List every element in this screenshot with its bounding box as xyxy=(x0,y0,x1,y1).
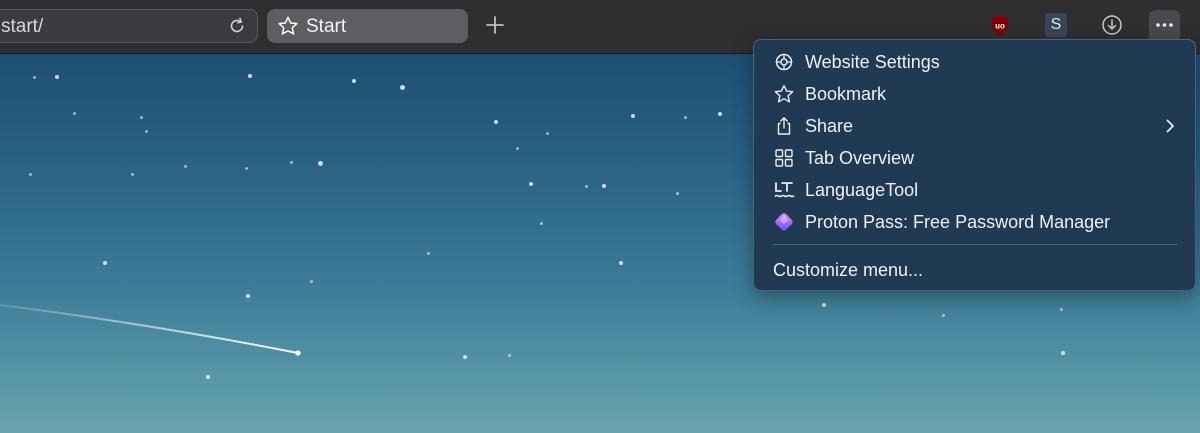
chevron-right-icon xyxy=(1166,119,1174,133)
menu-item-label: Tab Overview xyxy=(805,148,915,168)
browser-menu-dropdown: Website Settings Bookmark Share Tab Over… xyxy=(753,39,1196,291)
star-dot xyxy=(246,294,250,298)
star-dot xyxy=(310,280,313,283)
star-dot xyxy=(602,184,606,188)
new-tab-plus-icon[interactable] xyxy=(482,12,508,38)
star-dot xyxy=(427,252,430,255)
star-dot xyxy=(103,261,107,265)
menu-item-label: Bookmark xyxy=(805,84,887,104)
star-outline-icon xyxy=(278,16,298,35)
menu-item-website-settings[interactable]: Website Settings xyxy=(754,46,1195,78)
star-dot xyxy=(352,79,356,83)
menu-item-bookmark[interactable]: Bookmark xyxy=(754,78,1195,110)
s-extension-icon[interactable]: S xyxy=(1045,13,1067,37)
star-dot xyxy=(140,116,143,119)
menu-item-share[interactable]: Share xyxy=(754,110,1195,142)
customize-menu-item[interactable]: Customize menu... xyxy=(773,260,923,281)
menu-item-proton-pass[interactable]: Proton Pass: Free Password Manager xyxy=(754,206,1195,238)
star-dot xyxy=(33,76,36,79)
star-dot xyxy=(184,165,187,168)
star-dot xyxy=(145,130,148,133)
star-dot xyxy=(585,185,588,188)
star-dot xyxy=(508,354,511,357)
menu-separator xyxy=(773,244,1177,245)
tab-start[interactable]: Start xyxy=(267,9,468,43)
settings-gear-icon xyxy=(775,53,793,71)
proton-pass-icon xyxy=(775,213,793,231)
languagetool-icon xyxy=(774,182,795,198)
tab-title: Start xyxy=(306,16,347,37)
star-dot xyxy=(684,116,687,119)
star-dot xyxy=(1060,308,1063,311)
star-dot xyxy=(822,303,826,307)
star-dot xyxy=(318,161,323,166)
menu-item-label: Website Settings xyxy=(805,52,940,72)
star-dot xyxy=(619,261,623,265)
star-dot xyxy=(73,112,76,115)
star-dot xyxy=(131,173,134,176)
star-dot xyxy=(942,314,945,317)
star-dot xyxy=(529,182,533,186)
menu-item-label: Share xyxy=(805,116,854,136)
grid-icon xyxy=(775,149,793,167)
star-dot xyxy=(718,112,722,116)
reload-icon[interactable] xyxy=(227,16,247,36)
url-text: start/ xyxy=(1,16,44,37)
menu-item-languagetool[interactable]: LanguageTool xyxy=(754,174,1195,206)
svg-text:uo: uo xyxy=(995,22,1005,31)
menu-item-label: LanguageTool xyxy=(805,180,919,200)
star-outline-icon xyxy=(774,84,794,103)
ublock-origin-icon[interactable]: uo xyxy=(988,13,1012,37)
star-dot xyxy=(29,173,32,176)
ellipsis-icon xyxy=(1156,23,1173,27)
star-dot xyxy=(55,75,59,79)
star-dot xyxy=(463,355,467,359)
star-dot xyxy=(245,167,248,170)
star-dot xyxy=(631,114,635,118)
more-menu-button[interactable] xyxy=(1149,10,1180,41)
star-dot xyxy=(248,74,252,78)
share-icon xyxy=(777,117,791,135)
star-dot xyxy=(540,222,543,225)
menu-item-label: Proton Pass: Free Password Manager xyxy=(805,212,1111,232)
star-dot xyxy=(290,161,293,164)
star-dot xyxy=(516,147,519,150)
star-dot xyxy=(546,132,549,135)
address-bar[interactable]: start/ xyxy=(0,9,258,43)
star-dot xyxy=(206,375,210,379)
star-dot xyxy=(1061,351,1065,355)
star-dot xyxy=(400,85,405,90)
star-dot xyxy=(494,120,498,124)
menu-item-tab-overview[interactable]: Tab Overview xyxy=(754,142,1195,174)
star-dot xyxy=(676,192,679,195)
download-icon[interactable] xyxy=(1100,13,1124,37)
